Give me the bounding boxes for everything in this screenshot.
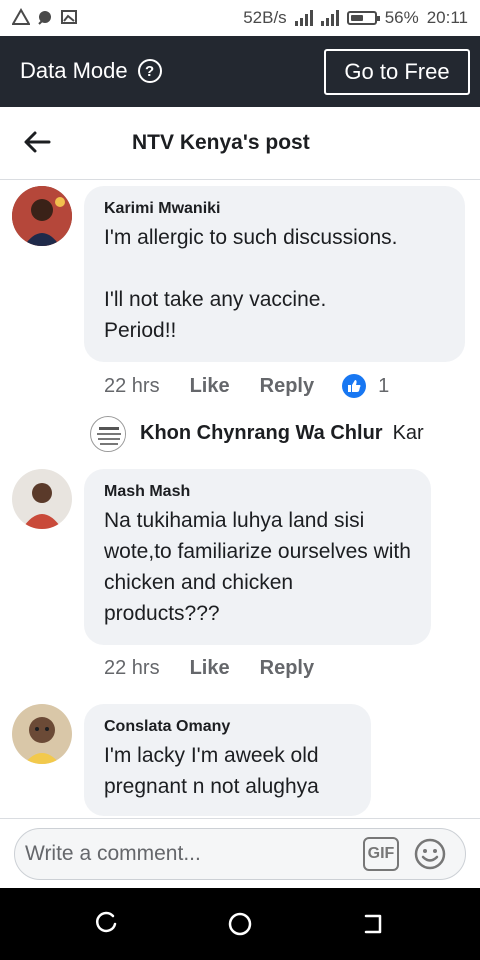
- reply-snippet: Kar: [392, 422, 424, 444]
- go-to-free-button[interactable]: Go to Free: [324, 49, 470, 95]
- comment-time[interactable]: 22 hrs: [104, 657, 160, 680]
- comment-bubble[interactable]: Conslata Omany I'm lacky I'm aweek old p…: [84, 704, 371, 816]
- system-nav-bar: [0, 888, 480, 960]
- data-mode-label: Data Mode: [20, 58, 128, 83]
- avatar-image: [12, 186, 72, 246]
- reply-author-line: Khon Chynrang Wa Chlur Kar: [140, 422, 424, 445]
- status-right-icons: 52B/s 56% 20:11: [243, 8, 468, 28]
- signal-icon: [294, 10, 313, 26]
- thumbs-up-icon[interactable]: [342, 374, 367, 398]
- clock: 20:11: [426, 8, 468, 27]
- page-title: NTV Kenya's post: [132, 131, 310, 154]
- comment-text: I'm lacky I'm aweek old pregnant n not a…: [104, 744, 319, 798]
- avatar-image: [12, 704, 72, 764]
- signal-icon-2: [320, 10, 339, 26]
- network-speed: 52B/s: [243, 8, 287, 27]
- status-left-icons: [12, 8, 78, 26]
- comment-actions: 22 hrs Like Reply: [104, 657, 314, 680]
- comment-time[interactable]: 22 hrs: [104, 375, 160, 398]
- post-header: NTV Kenya's post: [0, 107, 480, 180]
- reaction-count[interactable]: 1: [378, 375, 389, 398]
- back-nav-icon[interactable]: [360, 910, 388, 938]
- comment-actions: 22 hrs Like Reply 1: [104, 374, 389, 398]
- arrow-left-icon: [24, 131, 51, 153]
- avatar-image: [12, 469, 72, 529]
- reply-author[interactable]: Khon Chynrang Wa Chlur: [140, 422, 383, 444]
- avatar[interactable]: [12, 186, 72, 246]
- reply-avatar[interactable]: [90, 416, 126, 452]
- avatar[interactable]: [12, 704, 72, 764]
- avatar-image: [92, 418, 125, 451]
- image-icon: [61, 10, 77, 24]
- recent-apps-icon[interactable]: [93, 910, 121, 938]
- comment-bubble[interactable]: Karimi Mwaniki I'm allergic to such disc…: [84, 186, 465, 362]
- data-mode-label-group[interactable]: Data Mode ?: [20, 58, 162, 84]
- comment-input-wrapper[interactable]: GIF: [14, 828, 466, 880]
- reply-button[interactable]: Reply: [260, 657, 314, 680]
- comment-input[interactable]: [25, 837, 355, 871]
- question-mark-circle-icon[interactable]: ?: [137, 59, 162, 83]
- comment-text: I'm allergic to such discussions. I'll n…: [104, 226, 398, 342]
- comments-list: Karimi Mwaniki I'm allergic to such disc…: [0, 180, 480, 818]
- home-icon[interactable]: [226, 910, 254, 938]
- comment-bubble[interactable]: Mash Mash Na tukihamia luhya land sisi w…: [84, 469, 431, 645]
- back-button[interactable]: [20, 125, 54, 159]
- comment-composer: GIF: [0, 818, 480, 888]
- comment-author[interactable]: Mash Mash: [104, 483, 411, 501]
- gif-button[interactable]: GIF: [363, 837, 399, 871]
- battery-icon: [346, 11, 380, 25]
- smiley-icon[interactable]: [413, 837, 447, 871]
- reply-button[interactable]: Reply: [260, 375, 314, 398]
- warning-icon: [12, 8, 30, 25]
- data-mode-bar: Data Mode ? Go to Free: [0, 36, 480, 107]
- reply-preview[interactable]: Khon Chynrang Wa Chlur Kar: [90, 414, 480, 454]
- comment-text: Na tukihamia luhya land sisi wote,to fam…: [104, 509, 411, 625]
- comment-author[interactable]: Conslata Omany: [104, 718, 351, 736]
- comment-author[interactable]: Karimi Mwaniki: [104, 200, 445, 218]
- avatar[interactable]: [12, 469, 72, 529]
- chat-icon: [38, 11, 51, 25]
- battery-percent: 56%: [384, 8, 419, 27]
- status-bar: 52B/s 56% 20:11: [0, 0, 480, 36]
- like-button[interactable]: Like: [190, 657, 230, 680]
- like-button[interactable]: Like: [190, 375, 230, 398]
- battery-fill: [350, 15, 363, 21]
